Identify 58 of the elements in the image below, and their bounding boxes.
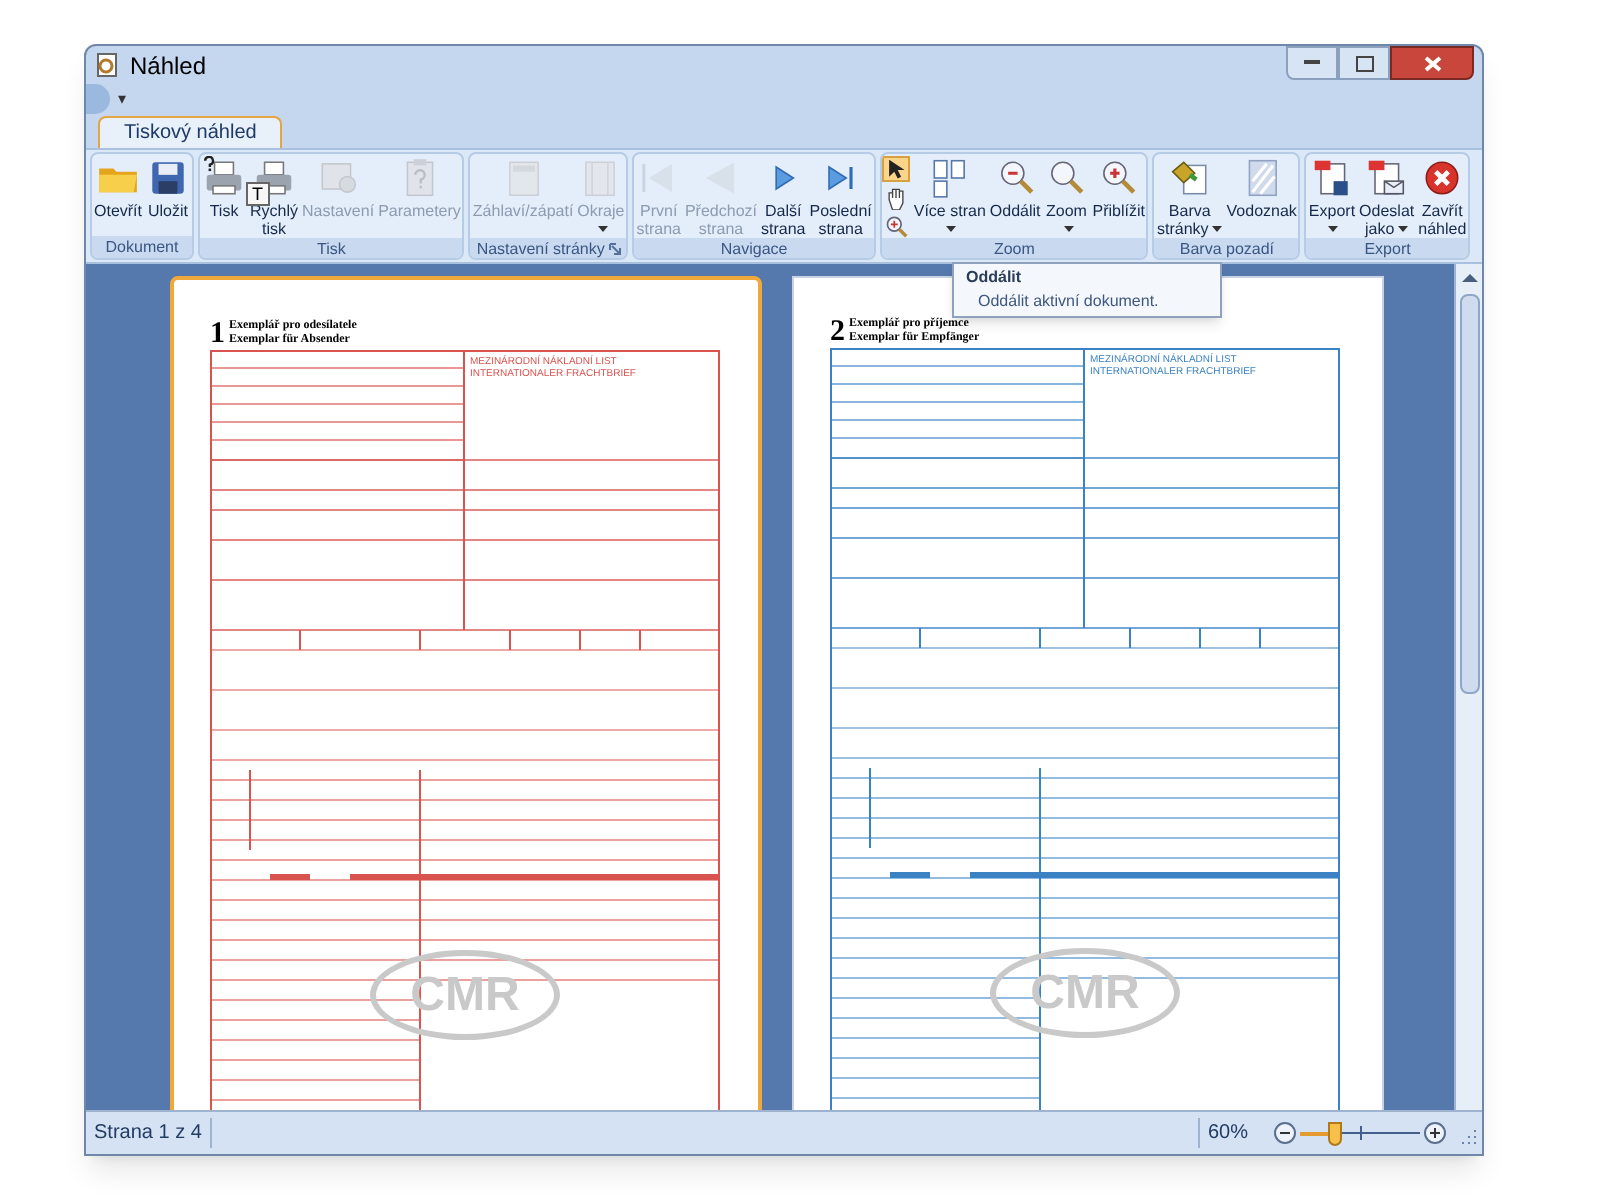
keytip: T <box>246 182 269 206</box>
magnifier-icon <box>883 213 908 237</box>
ribbon-button[interactable]: Vodoznak <box>1224 156 1299 220</box>
ribbon-button[interactable]: Další strana <box>759 156 808 238</box>
copy-number: 2 <box>830 318 845 346</box>
caret-icon <box>1398 226 1409 233</box>
close-icon <box>1423 55 1441 71</box>
pointer-icon <box>883 157 908 181</box>
zoom-in-icon[interactable] <box>1424 1122 1446 1144</box>
ribbon-button[interactable]: Uložit <box>144 156 193 220</box>
group-label: Tisk <box>317 241 346 257</box>
ribbon-button[interactable]: Odeslat jako <box>1357 156 1417 238</box>
group-label: Zoom <box>993 241 1035 257</box>
caret-icon <box>1063 226 1074 232</box>
dialog-launcher-icon[interactable] <box>608 242 623 256</box>
ribbon-button[interactable]: Zoom <box>1042 156 1091 238</box>
group-label: Barva pozadí <box>1179 241 1275 257</box>
zoom-slider[interactable] <box>1300 1121 1420 1145</box>
window-title: Náhled <box>130 49 207 83</box>
group-label: Dokument <box>105 239 179 255</box>
ribbon-button[interactable]: Více stran <box>911 156 988 238</box>
caret-icon <box>1328 226 1339 232</box>
group-label: Export <box>1364 241 1411 257</box>
minimize-button[interactable] <box>1286 46 1338 80</box>
close-button[interactable] <box>1390 46 1474 80</box>
ribbon-tab[interactable]: Tiskový náhled <box>98 116 283 148</box>
scroll-up-icon[interactable] <box>1461 270 1477 286</box>
ribbon-button[interactable]: Barva stránky <box>1154 156 1225 238</box>
slider-thumb[interactable] <box>1327 1121 1342 1145</box>
printer-icon <box>202 156 247 200</box>
app-icon <box>94 51 122 79</box>
ribbon-button[interactable]: Oddálit <box>987 156 1043 220</box>
caret-icon <box>597 226 608 232</box>
ribbon-button[interactable]: Tisk <box>200 156 249 220</box>
paint-bucket-icon <box>1167 156 1212 200</box>
tooltip-title: Oddálit <box>966 268 1024 288</box>
maximize-button[interactable] <box>1338 46 1390 80</box>
minimize-icon <box>1304 60 1320 66</box>
hand-icon <box>883 185 908 209</box>
quick-access-menu[interactable]: ▾ <box>118 87 126 111</box>
copy-number: 1 <box>210 320 225 348</box>
tooltip-text: Oddálit aktivní dokument. <box>976 292 1161 312</box>
tool-button[interactable] <box>881 156 910 182</box>
group-label: Navigace <box>720 241 788 257</box>
group-label: Nastavení stránky <box>476 241 605 257</box>
ribbon-button[interactable]: Přiblížit <box>1090 156 1147 220</box>
ribbon-button[interactable]: Poslední strana <box>807 156 874 238</box>
scrollbar[interactable] <box>1454 264 1482 1110</box>
ribbon-button[interactable]: Otevřít <box>92 156 145 220</box>
caret-icon <box>946 226 957 232</box>
zoom-out-icon[interactable] <box>1274 1122 1296 1144</box>
ribbon-button[interactable]: Export <box>1306 156 1358 238</box>
caret-icon <box>1212 226 1223 233</box>
ribbon-button[interactable]: Zavřít náhled <box>1416 156 1469 238</box>
page-indicator: Strana 1 z 4 <box>86 1118 212 1148</box>
maximize-icon <box>1355 55 1373 71</box>
tool-button[interactable] <box>881 212 910 238</box>
export-document-icon <box>1309 156 1354 200</box>
